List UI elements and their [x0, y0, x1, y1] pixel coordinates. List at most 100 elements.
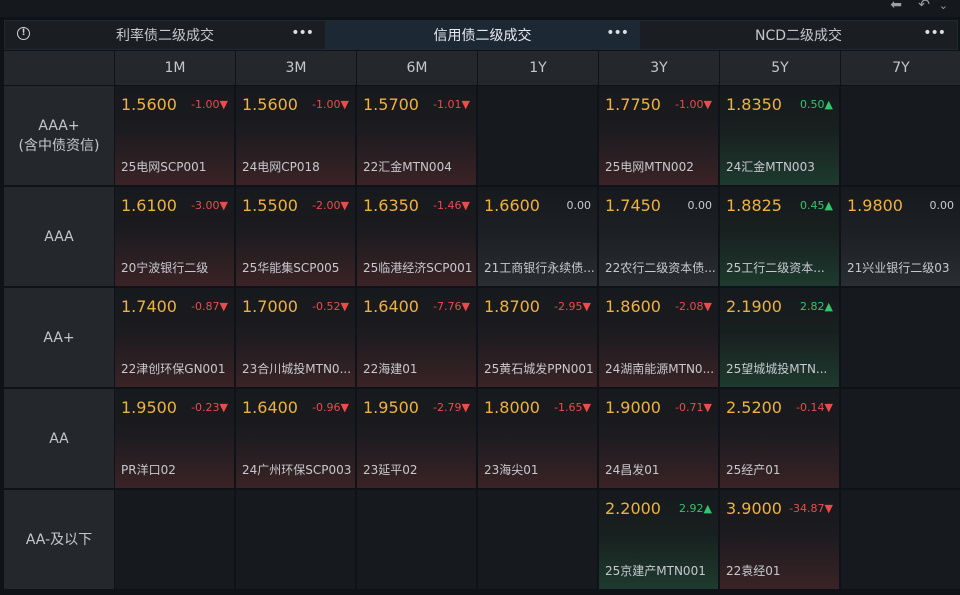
back-arrow-icon[interactable]: ⬅: [890, 0, 902, 13]
quote-cell[interactable]: 1.8000 -1.65▼ 23海尖01: [478, 389, 597, 488]
tab-label: 利率债二级成交: [116, 28, 214, 44]
bond-name: 25望城城投MTN...: [726, 362, 828, 376]
bond-name: 25华能集SCP005: [242, 261, 340, 275]
empty-cell: [236, 490, 355, 589]
change-value: -1.46▼: [433, 199, 470, 212]
quote-cell[interactable]: 1.6600 0.00 21工商银行永续债...: [478, 187, 597, 286]
change-value: -7.76▼: [433, 300, 470, 313]
quote-cell[interactable]: 1.7400 -0.87▼ 22津创环保GN001: [115, 288, 234, 387]
more-icon[interactable]: •••: [606, 25, 629, 41]
row-header: AA: [4, 389, 114, 488]
quote-cell[interactable]: 1.8600 -2.08▼ 24湖南能源MTN0...: [599, 288, 718, 387]
undo-icon[interactable]: ↶: [918, 0, 930, 13]
change-value: -34.87▼: [789, 502, 833, 515]
quote-cell[interactable]: 1.7000 -0.52▼ 23合川城投MTN0...: [236, 288, 355, 387]
bond-name: 21兴业银行二级03: [847, 261, 950, 275]
tab-label: 信用债二级成交: [433, 28, 532, 44]
chevron-down-icon[interactable]: ⌄: [939, 0, 948, 12]
quote-cell[interactable]: 2.5200 -0.14▼ 25经产01: [720, 389, 839, 488]
quote-cell[interactable]: 2.1900 2.82▲ 25望城城投MTN...: [720, 288, 839, 387]
quote-cell[interactable]: 1.7450 0.00 22农行二级资本债...: [599, 187, 718, 286]
quote-cell[interactable]: 3.9000 -34.87▼ 22袁经01: [720, 490, 839, 589]
yield-value: 1.6600: [484, 196, 540, 215]
yield-value: 1.5500: [242, 196, 298, 215]
bond-name: 22津创环保GN001: [121, 362, 226, 376]
bond-name: 22袁经01: [726, 564, 781, 578]
quote-cell[interactable]: 1.9000 -0.71▼ 24昌发01: [599, 389, 718, 488]
quote-cell[interactable]: 1.8825 0.45▲ 25工行二级资本...: [720, 187, 839, 286]
quote-cell[interactable]: 1.6400 -0.96▼ 24广州环保SCP003: [236, 389, 355, 488]
quote-cell[interactable]: 1.9800 0.00 21兴业银行二级03: [841, 187, 960, 286]
empty-cell: [115, 490, 234, 589]
quote-cell[interactable]: 1.5600 -1.00▼ 25电网SCP001: [115, 86, 234, 185]
change-value: -0.87▼: [191, 300, 228, 313]
quote-cell[interactable]: 1.7750 -1.00▼ 25电网MTN002: [599, 86, 718, 185]
quote-cell[interactable]: 1.5700 -1.01▼ 22汇金MTN004: [357, 86, 476, 185]
quote-cell[interactable]: 1.5500 -2.00▼ 25华能集SCP005: [236, 187, 355, 286]
empty-cell: [841, 490, 960, 589]
yield-value: 1.6400: [363, 297, 419, 316]
yield-value: 1.5700: [363, 95, 419, 114]
tab-rate-bond[interactable]: 利率债二级成交 •••: [5, 21, 325, 49]
change-value: 2.92▲: [679, 502, 712, 515]
change-value: -0.23▼: [191, 401, 228, 414]
quote-cell[interactable]: 1.6400 -7.76▼ 22海建01: [357, 288, 476, 387]
empty-cell: [841, 86, 960, 185]
row-header: AA+: [4, 288, 114, 387]
quote-cell[interactable]: 1.8350 0.50▲ 24汇金MTN003: [720, 86, 839, 185]
bond-name: 24广州环保SCP003: [242, 463, 352, 477]
quote-cell[interactable]: 1.8700 -2.95▼ 25黄石城发PPN001: [478, 288, 597, 387]
yield-value: 1.7750: [605, 95, 661, 114]
quote-cell[interactable]: 1.6350 -1.46▼ 25临港经济SCP001: [357, 187, 476, 286]
tab-credit-bond[interactable]: 信用债二级成交 •••: [325, 21, 640, 49]
yield-value: 1.9800: [847, 196, 903, 215]
bond-name: 25工行二级资本...: [726, 261, 825, 275]
yield-value: 1.6400: [242, 398, 298, 417]
column-header-7y[interactable]: 7Y: [841, 51, 960, 85]
rating-label: AAA: [44, 228, 74, 245]
column-header-3y[interactable]: 3Y: [599, 51, 719, 85]
change-value: -1.00▼: [191, 98, 228, 111]
tab-label: NCD二级成交: [754, 28, 843, 44]
yield-value: 1.8825: [726, 196, 782, 215]
rating-label: AAA+: [38, 117, 80, 134]
bond-name: 21工商银行永续债...: [484, 261, 594, 275]
window-top-bar: ⬅ ↶ ⌄: [0, 0, 960, 17]
bond-name: 25经产01: [726, 463, 781, 477]
bond-name: 22海建01: [363, 362, 418, 376]
change-value: -1.00▼: [675, 98, 712, 111]
change-value: -0.96▼: [312, 401, 349, 414]
bond-name: 24湖南能源MTN0...: [605, 362, 715, 376]
quote-cell[interactable]: 1.9500 -2.79▼ 23延平02: [357, 389, 476, 488]
change-value: -1.65▼: [554, 401, 591, 414]
rating-label: AA+: [43, 329, 75, 346]
yield-value: 1.9500: [363, 398, 419, 417]
column-header-5y[interactable]: 5Y: [720, 51, 840, 85]
yield-value: 1.9000: [605, 398, 661, 417]
yield-value: 1.7000: [242, 297, 298, 316]
quote-cell[interactable]: 1.9500 -0.23▼ PR洋口02: [115, 389, 234, 488]
column-header-1m[interactable]: 1M: [115, 51, 235, 85]
empty-cell: [841, 389, 960, 488]
corner-cell: [4, 51, 114, 85]
tab-ncd[interactable]: NCD二级成交 •••: [640, 21, 957, 49]
column-header-1y[interactable]: 1Y: [478, 51, 598, 85]
quote-cell[interactable]: 1.6100 -3.00▼ 20宁波银行二级: [115, 187, 234, 286]
bond-name: 25电网MTN002: [605, 160, 694, 174]
more-icon[interactable]: •••: [291, 25, 314, 41]
yield-value: 1.8000: [484, 398, 540, 417]
yield-value: 1.8700: [484, 297, 540, 316]
bond-name: 20宁波银行二级: [121, 261, 209, 275]
column-header-6m[interactable]: 6M: [357, 51, 477, 85]
change-value: -0.52▼: [312, 300, 349, 313]
yield-value: 1.7450: [605, 196, 661, 215]
yield-value: 2.1900: [726, 297, 782, 316]
column-header-3m[interactable]: 3M: [236, 51, 356, 85]
quote-cell[interactable]: 1.5600 -1.00▼ 24电网CP018: [236, 86, 355, 185]
change-value: 0.00: [566, 199, 592, 212]
bond-name: 22农行二级资本债...: [605, 261, 715, 275]
more-icon[interactable]: •••: [923, 25, 946, 41]
quote-cell[interactable]: 2.2000 2.92▲ 25京建产MTN001: [599, 490, 718, 589]
bond-name: 25京建产MTN001: [605, 564, 706, 578]
change-value: 0.00: [687, 199, 713, 212]
